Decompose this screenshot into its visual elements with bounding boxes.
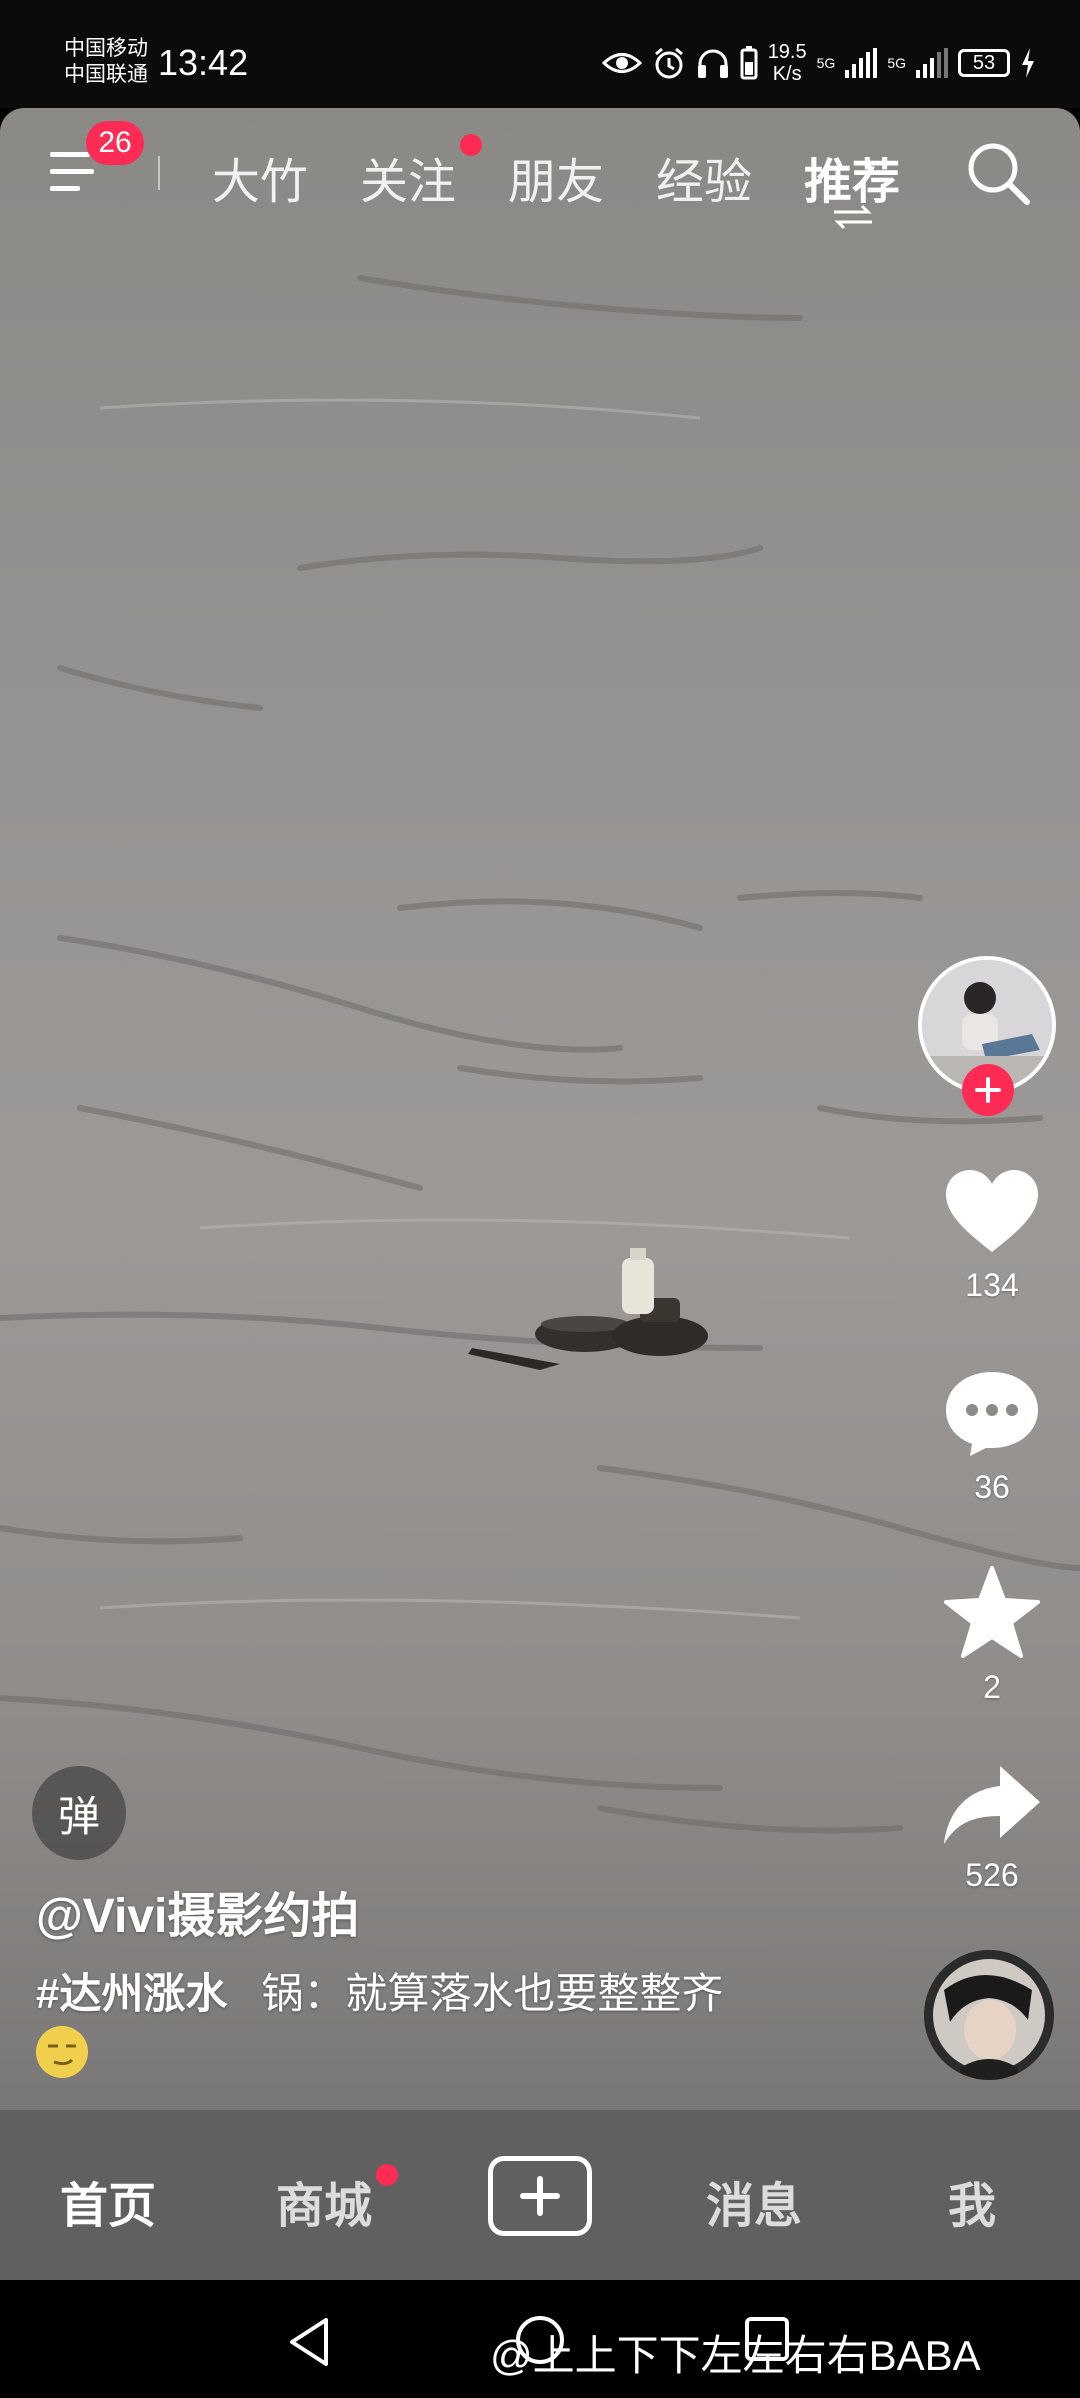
comment-icon (946, 1372, 1038, 1456)
notification-badge: 26 (86, 121, 144, 165)
hashtag-link[interactable]: #达州涨水 (36, 1970, 227, 2017)
nav-messages[interactable]: 消息 (706, 2166, 802, 2236)
net-speed: 19.5 K/s (768, 41, 807, 85)
smirk-emoji-icon (36, 2026, 88, 2078)
star-icon (944, 1566, 1040, 1658)
swap-icon (834, 204, 872, 230)
water-scene (0, 275, 1080, 1834)
battery-small-icon (740, 46, 758, 80)
favorite-button[interactable]: 2 (922, 1566, 1062, 1706)
share-count: 526 (965, 1857, 1019, 1893)
carrier-info: 中国移动 中国联通 (64, 36, 148, 88)
battery-level: 53 (958, 49, 1010, 77)
carrier-2: 中国联通 (64, 63, 148, 86)
nav-divider (158, 156, 160, 190)
danmu-toggle[interactable]: 弹 (32, 1766, 126, 1860)
charging-icon (1022, 48, 1034, 78)
favorite-count: 2 (983, 1669, 1001, 1705)
signal-type-1: 5G (816, 55, 836, 71)
music-disc[interactable] (924, 1950, 1054, 2080)
net-speed-value: 19.5 (767, 41, 807, 63)
plus-icon (520, 2176, 560, 2216)
share-icon (944, 1766, 1040, 1844)
comment-button[interactable]: 36 (922, 1368, 1062, 1506)
nav-me[interactable]: 我 (948, 2166, 996, 2236)
comment-count: 36 (974, 1469, 1010, 1505)
headphones-icon (697, 49, 728, 78)
video-description: #达州涨水 锅：就算落水也要整整齐 (36, 1960, 723, 2021)
search-icon[interactable] (965, 140, 1031, 206)
heart-icon (946, 1170, 1038, 1252)
floating-pots (468, 1248, 708, 1370)
follow-button[interactable] (962, 1064, 1014, 1116)
mall-dot (376, 2164, 398, 2186)
tab-local[interactable]: 大竹 (212, 142, 308, 212)
music-avatar-image (924, 1950, 1054, 2080)
signal-icon (845, 48, 878, 78)
signal-type-2: 5G (887, 55, 906, 71)
create-button[interactable] (488, 2156, 592, 2236)
like-button[interactable]: 134 (922, 1168, 1062, 1304)
tab-following[interactable]: 关注 (360, 142, 456, 212)
like-count: 134 (965, 1267, 1019, 1303)
nav-home[interactable]: 首页 (60, 2166, 156, 2236)
tab-recommend[interactable]: 推荐 (804, 142, 900, 212)
watermark: @上上下下左左右右BABA (490, 2332, 981, 2379)
share-button[interactable]: 526 (922, 1764, 1062, 1894)
plus-small-icon (975, 1077, 1001, 1103)
net-speed-unit: K/s (772, 63, 802, 85)
tab-friends[interactable]: 朋友 (508, 142, 604, 212)
author-name[interactable]: @Vivi摄影约拍 (36, 1876, 359, 1946)
nav-mall[interactable]: 商城 (276, 2166, 372, 2236)
video-player[interactable] (0, 108, 1080, 2110)
following-dot (460, 134, 482, 156)
signal-icon-2 (916, 48, 948, 78)
status-bar: 中国移动 中国联通 13:42 19.5 K/s 5G 5G 53 (0, 0, 1080, 108)
carrier-1: 中国移动 (64, 37, 148, 60)
caption-text: 锅：就算落水也要整整齐 (261, 1970, 724, 2017)
clock: 13:42 (158, 42, 249, 83)
status-icons: 19.5 K/s 5G 5G 53 (601, 40, 1036, 86)
back-icon[interactable] (286, 2316, 332, 2368)
alarm-icon (654, 47, 683, 79)
tab-experience[interactable]: 经验 (656, 142, 752, 212)
eye-icon (601, 53, 642, 73)
